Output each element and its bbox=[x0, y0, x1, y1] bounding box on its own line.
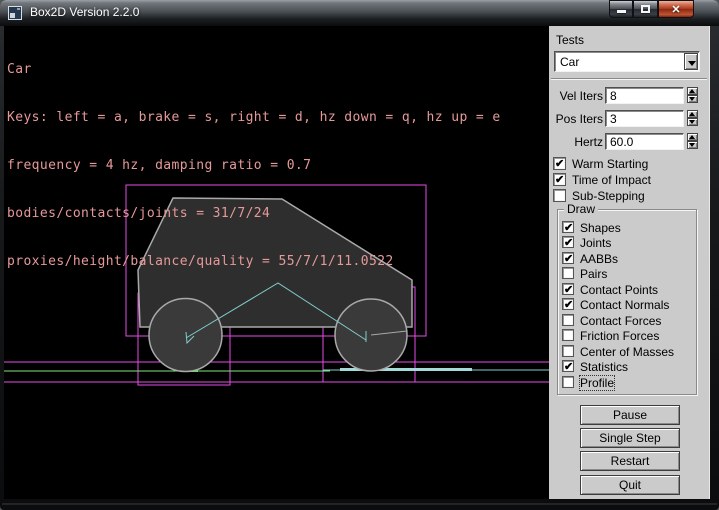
vel-iters-row: Vel Iters 8 bbox=[549, 87, 710, 105]
vel-iters-input[interactable]: 8 bbox=[605, 87, 684, 104]
checkbox-label: Contact Normals bbox=[580, 298, 669, 312]
spinner-down-icon bbox=[689, 97, 695, 101]
checkbox-box[interactable]: ✔ bbox=[562, 236, 574, 248]
test-title: Car bbox=[7, 62, 501, 78]
checkbox-label: Pairs bbox=[580, 267, 607, 281]
checkbox-label: Joints bbox=[580, 236, 611, 250]
checkbox-label: Warm Starting bbox=[572, 157, 648, 171]
checkbox-label: Time of Impact bbox=[572, 173, 651, 187]
checkbox-box[interactable] bbox=[562, 376, 574, 388]
app-icon-detail2 bbox=[17, 8, 20, 10]
checkbox-box[interactable] bbox=[553, 189, 566, 202]
checkbox-box[interactable]: ✔ bbox=[562, 283, 574, 295]
window-title: Box2D Version 2.2.0 bbox=[30, 5, 139, 19]
pos-iters-spinner bbox=[687, 110, 698, 127]
checkbox-label: Friction Forces bbox=[580, 329, 659, 343]
checkbox-box[interactable] bbox=[562, 345, 574, 357]
checkbox-label: Profile bbox=[580, 376, 614, 390]
window-border-highlight bbox=[2, 503, 717, 505]
app-icon-detail bbox=[10, 13, 15, 18]
spinner-down-icon bbox=[689, 120, 695, 124]
spinner-up-button[interactable] bbox=[687, 110, 698, 118]
separator bbox=[551, 78, 707, 80]
tests-dropdown-button[interactable] bbox=[684, 53, 698, 70]
checkmark-icon: ✔ bbox=[564, 298, 573, 311]
pos-iters-label: Pos Iters bbox=[549, 112, 603, 126]
left-wheel bbox=[149, 299, 222, 372]
app-icon[interactable] bbox=[8, 6, 22, 20]
checkbox-box[interactable]: ✔ bbox=[562, 252, 574, 264]
app-window: Box2D Version 2.2.0 ✕ bbox=[0, 0, 719, 510]
checkmark-icon: ✔ bbox=[555, 173, 564, 186]
draw-group-title: Draw bbox=[564, 202, 598, 216]
close-icon: ✕ bbox=[659, 3, 693, 16]
checkmark-icon: ✔ bbox=[555, 157, 564, 170]
stats-line: bodies/contacts/joints = 31/7/24 bbox=[7, 206, 501, 222]
single-step-button[interactable]: Single Step bbox=[580, 428, 680, 448]
simulation-canvas[interactable]: Car Keys: left = a, brake = s, right = d… bbox=[4, 26, 549, 499]
hertz-spinner bbox=[687, 133, 698, 150]
checkbox-label: Statistics bbox=[580, 360, 628, 374]
restart-button[interactable]: Restart bbox=[580, 451, 680, 471]
tests-dropdown-value: Car bbox=[560, 55, 579, 69]
checkbox-box[interactable]: ✔ bbox=[562, 221, 574, 233]
checkbox-label: Shapes bbox=[580, 221, 621, 235]
chevron-down-icon bbox=[688, 61, 696, 66]
checkbox-label: Contact Points bbox=[580, 283, 658, 297]
spinner-down-button[interactable] bbox=[687, 118, 698, 126]
hertz-row: Hertz 60.0 bbox=[549, 133, 710, 151]
hertz-input[interactable]: 60.0 bbox=[605, 133, 684, 150]
spinner-up-button[interactable] bbox=[687, 87, 698, 95]
checkmark-icon: ✔ bbox=[564, 252, 573, 265]
checkbox-box[interactable] bbox=[562, 329, 574, 341]
spinner-down-button[interactable] bbox=[687, 95, 698, 103]
checkbox-box[interactable]: ✔ bbox=[562, 298, 574, 310]
spinner-up-icon bbox=[689, 135, 695, 139]
keys-help-line: Keys: left = a, brake = s, right = d, hz… bbox=[7, 110, 501, 126]
checkbox-label: Sub-Stepping bbox=[572, 189, 645, 203]
quit-button[interactable]: Quit bbox=[580, 475, 680, 495]
checkbox-label: Contact Forces bbox=[580, 314, 661, 328]
hertz-label: Hertz bbox=[549, 135, 603, 149]
control-panel: Tests Car Vel Iters 8 Pos Iters 3 Hertz bbox=[549, 26, 710, 499]
vel-iters-label: Vel Iters bbox=[549, 89, 603, 103]
checkmark-icon: ✔ bbox=[564, 283, 573, 296]
checkmark-icon: ✔ bbox=[564, 221, 573, 234]
checkbox-label: AABBs bbox=[580, 252, 618, 266]
spinner-up-icon bbox=[689, 89, 695, 93]
checkbox-box[interactable] bbox=[562, 314, 574, 326]
frequency-line: frequency = 4 hz, damping ratio = 0.7 bbox=[7, 158, 501, 174]
vel-iters-spinner bbox=[687, 87, 698, 104]
debug-text-block: Car Keys: left = a, brake = s, right = d… bbox=[7, 30, 501, 302]
checkmark-icon: ✔ bbox=[564, 236, 573, 249]
maximize-icon bbox=[641, 5, 650, 13]
close-button[interactable]: ✕ bbox=[658, 0, 694, 18]
minimize-icon bbox=[617, 10, 626, 13]
checkbox-box[interactable]: ✔ bbox=[553, 157, 566, 170]
pos-iters-row: Pos Iters 3 bbox=[549, 110, 710, 128]
tests-label: Tests bbox=[556, 33, 584, 47]
checkbox-box[interactable]: ✔ bbox=[562, 360, 574, 372]
pause-button[interactable]: Pause bbox=[580, 405, 680, 425]
spinner-up-button[interactable] bbox=[687, 133, 698, 141]
spinner-down-button[interactable] bbox=[687, 141, 698, 149]
maximize-button[interactable] bbox=[633, 0, 658, 18]
pos-iters-input[interactable]: 3 bbox=[605, 110, 684, 127]
tests-dropdown[interactable]: Car bbox=[554, 51, 700, 72]
minimize-button[interactable] bbox=[609, 0, 633, 18]
checkbox-box[interactable] bbox=[562, 267, 574, 279]
proxy-stats-line: proxies/height/balance/quality = 55/7/1/… bbox=[7, 254, 501, 270]
spinner-up-icon bbox=[689, 112, 695, 116]
checkbox-box[interactable]: ✔ bbox=[553, 173, 566, 186]
spinner-down-icon bbox=[689, 143, 695, 147]
titlebar[interactable]: Box2D Version 2.2.0 ✕ bbox=[0, 0, 719, 26]
checkbox-label: Center of Masses bbox=[580, 345, 674, 359]
checkmark-icon: ✔ bbox=[564, 360, 573, 373]
